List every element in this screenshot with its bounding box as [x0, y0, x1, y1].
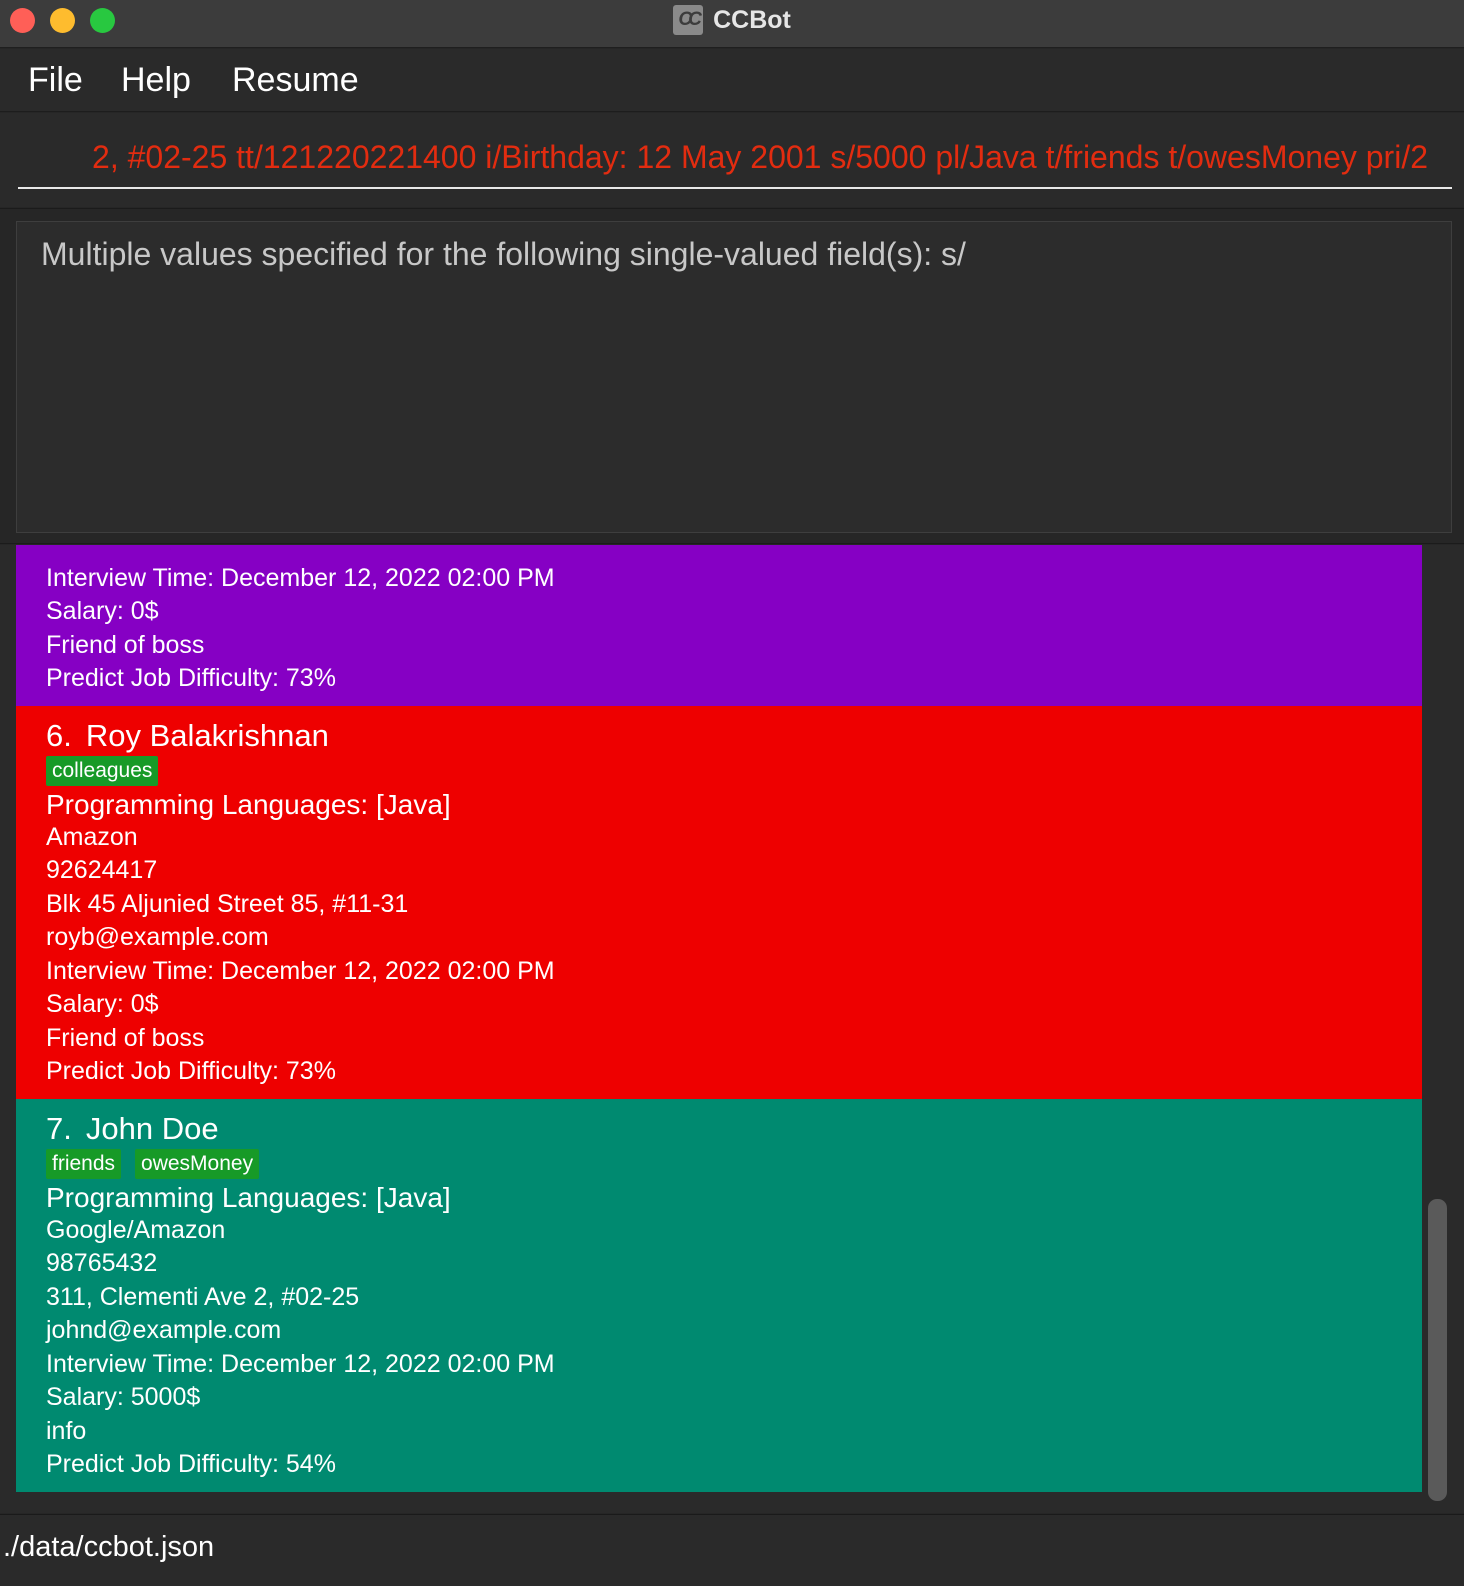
menu-help[interactable]: Help	[121, 61, 191, 100]
person-card[interactable]: 7. John Doe friends owesMoney Programming…	[16, 1099, 1422, 1492]
person-card[interactable]: Interview Time: December 12, 2022 02:00 …	[16, 545, 1422, 706]
person-index: 6.	[46, 718, 72, 753]
person-address: 311, Clementi Ave 2, #02-25	[46, 1283, 360, 1311]
person-name: Roy Balakrishnan	[85, 718, 329, 753]
person-interview-time: Interview Time: December 12, 2022 02:00 …	[46, 1350, 555, 1378]
menu-file[interactable]: File	[28, 61, 83, 100]
person-interview-time: Interview Time: December 12, 2022 02:00 …	[46, 564, 555, 592]
person-interview-time: Interview Time: December 12, 2022 02:00 …	[46, 957, 555, 985]
status-bar: ./data/ccbot.json	[0, 1514, 1464, 1586]
person-card[interactable]: 6. Roy Balakrishnan colleagues Programmin…	[16, 706, 1422, 1099]
window-title: CCBot	[713, 5, 791, 34]
menu-bar: File Help Resume	[0, 49, 1464, 112]
menu-resume[interactable]: Resume	[232, 61, 359, 100]
person-address: Blk 45 Aljunied Street 85, #11-31	[46, 890, 409, 918]
window-title-group: CC CCBot	[0, 0, 1464, 40]
title-bar: CC CCBot	[0, 0, 1464, 48]
app-icon: CC	[673, 5, 704, 35]
person-programming-languages: Programming Languages: [Java]	[46, 1182, 451, 1213]
person-difficulty: Predict Job Difficulty: 73%	[46, 664, 336, 692]
person-salary: Salary: 0$	[46, 597, 159, 625]
tag-badge: friends	[46, 1149, 122, 1179]
command-box-area: 2, #02-25 tt/121220221400 i/Birthday: 12…	[0, 113, 1464, 207]
person-index: 7.	[46, 1111, 72, 1146]
list-scrollbar[interactable]	[1428, 1199, 1447, 1501]
command-input[interactable]: 2, #02-25 tt/121220221400 i/Birthday: 12…	[18, 133, 1452, 189]
tag-badge: colleagues	[46, 756, 159, 786]
person-salary: Salary: 5000$	[46, 1383, 201, 1411]
person-salary: Salary: 0$	[46, 990, 159, 1018]
person-tags: friends owesMoney	[46, 1149, 260, 1179]
person-tags: colleagues	[46, 756, 159, 786]
person-name-line: 7. John Doe	[46, 1111, 219, 1147]
data-file-path: ./data/ccbot.json	[3, 1531, 215, 1563]
person-info: Friend of boss	[46, 1024, 205, 1052]
person-email: johnd@example.com	[46, 1316, 282, 1344]
result-display-area: Multiple values specified for the follow…	[0, 208, 1464, 544]
person-info: info	[46, 1417, 87, 1445]
person-name-line: 6. Roy Balakrishnan	[46, 718, 329, 754]
result-display[interactable]: Multiple values specified for the follow…	[16, 221, 1452, 533]
person-difficulty: Predict Job Difficulty: 54%	[46, 1450, 336, 1478]
result-message: Multiple values specified for the follow…	[41, 236, 966, 272]
person-company: Amazon	[46, 823, 138, 851]
person-info: Friend of boss	[46, 631, 205, 659]
person-company: Google/Amazon	[46, 1216, 226, 1244]
person-name: John Doe	[85, 1111, 219, 1146]
command-input-text: 2, #02-25 tt/121220221400 i/Birthday: 12…	[92, 139, 1428, 175]
tag-badge: owesMoney	[135, 1149, 260, 1179]
person-phone: 98765432	[46, 1249, 158, 1277]
person-email: royb@example.com	[46, 923, 269, 951]
person-programming-languages: Programming Languages: [Java]	[46, 789, 451, 820]
person-list[interactable]: Interview Time: December 12, 2022 02:00 …	[0, 545, 1464, 1513]
person-difficulty: Predict Job Difficulty: 73%	[46, 1057, 336, 1085]
person-phone: 92624417	[46, 856, 158, 884]
